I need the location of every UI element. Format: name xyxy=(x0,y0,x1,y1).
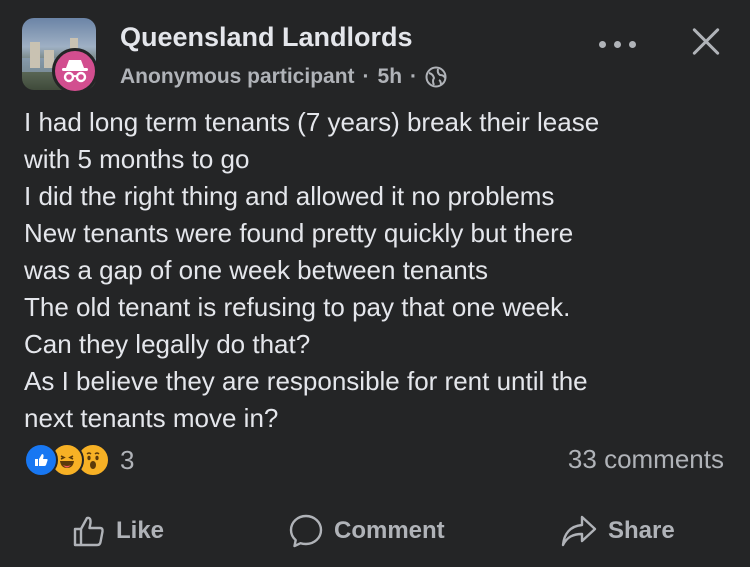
post-time[interactable]: 5h xyxy=(378,65,403,89)
reaction-count: 3 xyxy=(120,444,135,475)
post-line: was a gap of one week between tenants xyxy=(24,255,488,285)
share-arrow-icon xyxy=(561,515,597,547)
comment-button[interactable]: Comment xyxy=(288,503,445,559)
more-options-icon[interactable] xyxy=(597,32,639,56)
reactions-summary[interactable]: 3 xyxy=(24,443,134,477)
like-label: Like xyxy=(116,517,165,544)
post-header: Queensland Landlords Anonymous participa… xyxy=(22,18,732,94)
share-label: Share xyxy=(608,517,675,544)
like-button[interactable]: Like xyxy=(72,503,164,559)
close-icon[interactable] xyxy=(686,22,726,62)
thumbs-up-icon xyxy=(73,516,104,547)
comment-label: Comment xyxy=(334,517,445,544)
meta-separator-2: · xyxy=(410,65,418,88)
post-line: The old tenant is refusing to pay that o… xyxy=(24,292,571,322)
post-text: I had long term tenants (7 years) break … xyxy=(24,104,734,437)
post-line: As I believe they are responsible for re… xyxy=(24,366,588,396)
author-name: Anonymous participant xyxy=(120,65,355,88)
like-reaction-icon xyxy=(24,443,58,477)
post-line: with 5 months to go xyxy=(24,144,250,174)
post-line: I had long term tenants (7 years) break … xyxy=(24,107,600,137)
action-bar: Like Comment Share xyxy=(0,503,750,559)
meta-separator: · xyxy=(362,65,370,88)
post-line: next tenants move in? xyxy=(24,403,279,433)
anonymous-avatar-icon xyxy=(52,48,98,94)
comment-bubble-icon xyxy=(289,514,323,548)
post-line: Can they legally do that? xyxy=(24,329,311,359)
comments-count-link[interactable]: 33 comments xyxy=(568,444,724,475)
post-line: I did the right thing and allowed it no … xyxy=(24,181,555,211)
group-name[interactable]: Queensland Landlords xyxy=(120,22,413,53)
post-line: New tenants were found pretty quickly bu… xyxy=(24,218,574,248)
share-button[interactable]: Share xyxy=(560,503,675,559)
globe-icon xyxy=(425,66,447,88)
post-meta: Anonymous participant · 5h · xyxy=(120,64,447,90)
